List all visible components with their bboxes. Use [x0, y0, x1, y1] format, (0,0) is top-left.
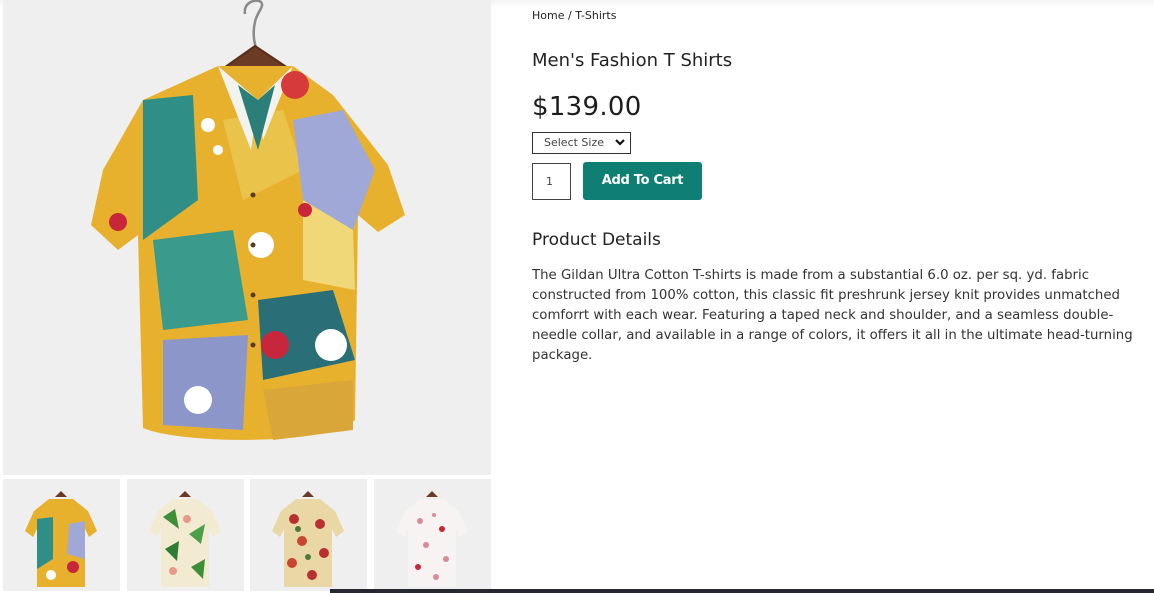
footer-bar: [330, 589, 1154, 593]
product-description: The Gildan Ultra Cotton T-shirts is made…: [532, 268, 1133, 363]
size-select-value: Select Size: [544, 136, 605, 149]
size-select[interactable]: Select Size: [532, 132, 631, 154]
thumbnail-1[interactable]: [3, 479, 120, 591]
product-title: Men's Fashion T Shirts: [532, 50, 733, 71]
breadcrumb-current[interactable]: T-Shirts: [575, 9, 616, 22]
product-price: $139.00: [532, 92, 642, 122]
add-to-cart-button[interactable]: Add To Cart: [583, 162, 702, 200]
thumbnail-strip: [3, 479, 491, 591]
main-product-image: [3, 0, 491, 475]
breadcrumb: Home / T-Shirts: [532, 9, 616, 22]
breadcrumb-home[interactable]: Home: [532, 9, 564, 22]
breadcrumb-separator: /: [564, 9, 576, 22]
thumbnail-3[interactable]: [250, 479, 367, 591]
product-details-heading: Product Details: [532, 230, 661, 250]
thumbnail-4[interactable]: [374, 479, 491, 591]
thumbnail-2[interactable]: [127, 479, 244, 591]
chevron-down-icon: [615, 139, 625, 146]
quantity-input[interactable]: 1: [532, 163, 571, 200]
